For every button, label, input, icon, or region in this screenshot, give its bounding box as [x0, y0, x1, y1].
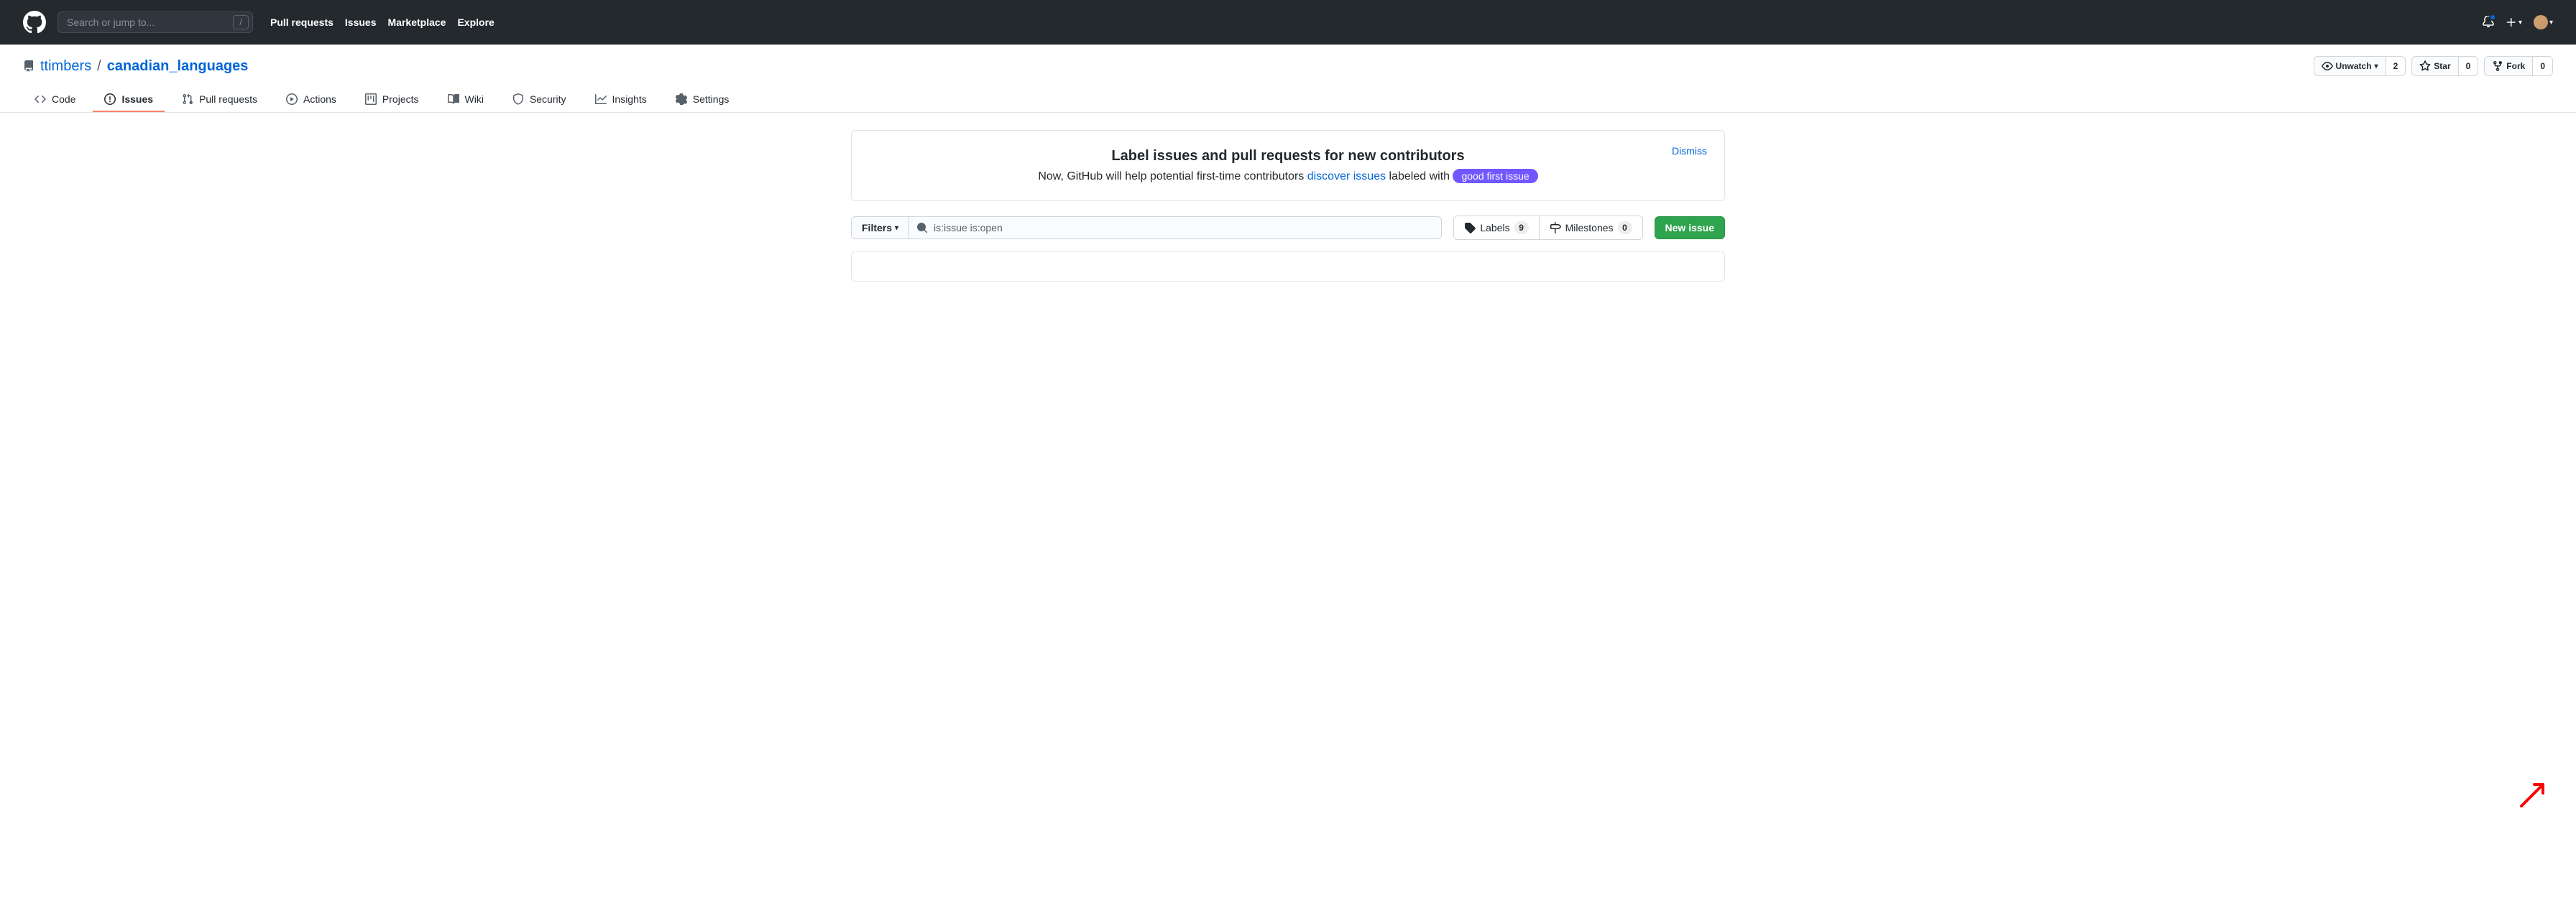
tab-wiki-label: Wiki — [465, 93, 484, 105]
star-icon — [2419, 60, 2431, 72]
nav-explore[interactable]: Explore — [457, 17, 494, 28]
repo-name-link[interactable]: canadian_languages — [107, 58, 249, 75]
star-label: Star — [2434, 61, 2450, 71]
issues-search-input[interactable] — [909, 216, 1442, 239]
tab-issues-label: Issues — [121, 93, 153, 105]
tab-pulls-label: Pull requests — [199, 93, 257, 105]
shield-icon — [512, 93, 524, 105]
play-icon — [286, 93, 298, 105]
gear-icon — [676, 93, 687, 105]
caret-down-icon: ▾ — [2549, 19, 2553, 27]
tab-pulls[interactable]: Pull requests — [170, 88, 269, 112]
annotation-arrow-icon — [2514, 770, 2557, 813]
banner-text-suffix: labeled with — [1386, 170, 1453, 182]
caret-down-icon: ▾ — [2375, 63, 2378, 70]
labels-button[interactable]: Labels 9 — [1454, 216, 1538, 239]
milestones-count: 0 — [1618, 221, 1632, 234]
tab-code-label: Code — [52, 93, 75, 105]
discover-issues-link[interactable]: discover issues — [1307, 170, 1386, 182]
tab-insights-label: Insights — [612, 93, 647, 105]
tab-code[interactable]: Code — [23, 88, 87, 112]
fork-count[interactable]: 0 — [2533, 56, 2553, 76]
unwatch-button[interactable]: Unwatch ▾ — [2314, 56, 2386, 76]
banner-title: Label issues and pull requests for new c… — [875, 148, 1701, 165]
dismiss-link[interactable]: Dismiss — [1672, 145, 1707, 157]
eye-icon — [2322, 60, 2333, 72]
milestones-button[interactable]: Milestones 0 — [1539, 216, 1642, 239]
fork-icon — [2492, 60, 2503, 72]
nav-issues[interactable]: Issues — [345, 17, 377, 28]
path-separator: / — [97, 58, 101, 75]
first-contrib-banner: Dismiss Label issues and pull requests f… — [851, 130, 1725, 201]
fork-label: Fork — [2506, 61, 2525, 71]
plus-icon — [2506, 17, 2517, 28]
tab-settings-label: Settings — [693, 93, 730, 105]
nav-pull-requests[interactable]: Pull requests — [270, 17, 334, 28]
caret-down-icon: ▾ — [895, 224, 898, 232]
issue-opened-icon — [104, 93, 116, 105]
banner-subtitle: Now, GitHub will help potential first-ti… — [875, 169, 1701, 183]
avatar — [2534, 15, 2548, 29]
labels-label: Labels — [1480, 222, 1509, 233]
tab-security-label: Security — [530, 93, 566, 105]
labels-count: 9 — [1514, 221, 1529, 234]
watch-count[interactable]: 2 — [2386, 56, 2406, 76]
global-nav: Pull requests Issues Marketplace Explore — [270, 17, 494, 28]
tab-insights[interactable]: Insights — [584, 88, 658, 112]
git-pull-request-icon — [182, 93, 193, 105]
nav-marketplace[interactable]: Marketplace — [388, 17, 446, 28]
repo-tabs: Code Issues Pull requests Actions Projec… — [23, 88, 2553, 112]
book-icon — [448, 93, 459, 105]
tab-issues[interactable]: Issues — [93, 88, 165, 112]
tab-actions-label: Actions — [303, 93, 336, 105]
filters-button[interactable]: Filters ▾ — [851, 216, 909, 239]
issues-toolbar: Filters ▾ Labels 9 Milestones 0 New issu… — [851, 216, 1725, 240]
tab-wiki[interactable]: Wiki — [436, 88, 495, 112]
notification-indicator-icon — [2489, 14, 2496, 21]
star-button[interactable]: Star — [2411, 56, 2458, 76]
fork-button[interactable]: Fork — [2484, 56, 2533, 76]
banner-text-prefix: Now, GitHub will help potential first-ti… — [1038, 170, 1307, 182]
milestones-label: Milestones — [1565, 222, 1614, 233]
notifications-button[interactable] — [2483, 16, 2494, 29]
star-count[interactable]: 0 — [2459, 56, 2479, 76]
tag-icon — [1464, 222, 1476, 233]
filters-label: Filters — [862, 222, 892, 233]
code-icon — [34, 93, 46, 105]
new-issue-button[interactable]: New issue — [1655, 216, 1725, 239]
user-menu[interactable]: ▾ — [2534, 15, 2553, 29]
mark-github-icon — [23, 11, 46, 34]
labels-milestones-group: Labels 9 Milestones 0 — [1453, 216, 1642, 240]
issues-list-container — [851, 251, 1725, 282]
global-search: / — [58, 11, 253, 33]
project-icon — [365, 93, 377, 105]
good-first-issue-label[interactable]: good first issue — [1453, 169, 1537, 183]
repo-owner-link[interactable]: ttimbers — [40, 58, 91, 75]
tab-security[interactable]: Security — [501, 88, 578, 112]
tab-projects[interactable]: Projects — [354, 88, 431, 112]
milestone-icon — [1550, 222, 1561, 233]
github-logo[interactable] — [23, 11, 46, 34]
main-content: Dismiss Label issues and pull requests f… — [828, 113, 1748, 299]
tab-projects-label: Projects — [382, 93, 419, 105]
repo-actions: Unwatch ▾ 2 Star 0 Fork 0 — [2314, 56, 2553, 76]
tab-actions[interactable]: Actions — [275, 88, 348, 112]
create-new-menu[interactable]: ▾ — [2506, 17, 2522, 28]
filters-search-group: Filters ▾ — [851, 216, 1442, 239]
repo-icon — [23, 60, 34, 72]
repo-title: ttimbers / canadian_languages — [23, 58, 248, 75]
search-input[interactable] — [58, 11, 253, 33]
unwatch-label: Unwatch — [2336, 61, 2372, 71]
header-actions: ▾ ▾ — [2483, 15, 2553, 29]
caret-down-icon: ▾ — [2518, 19, 2522, 27]
tab-settings[interactable]: Settings — [664, 88, 741, 112]
graph-icon — [595, 93, 607, 105]
new-issue-label: New issue — [1665, 222, 1714, 233]
global-header: / Pull requests Issues Marketplace Explo… — [0, 0, 2576, 45]
repo-header: ttimbers / canadian_languages Unwatch ▾ … — [0, 45, 2576, 113]
